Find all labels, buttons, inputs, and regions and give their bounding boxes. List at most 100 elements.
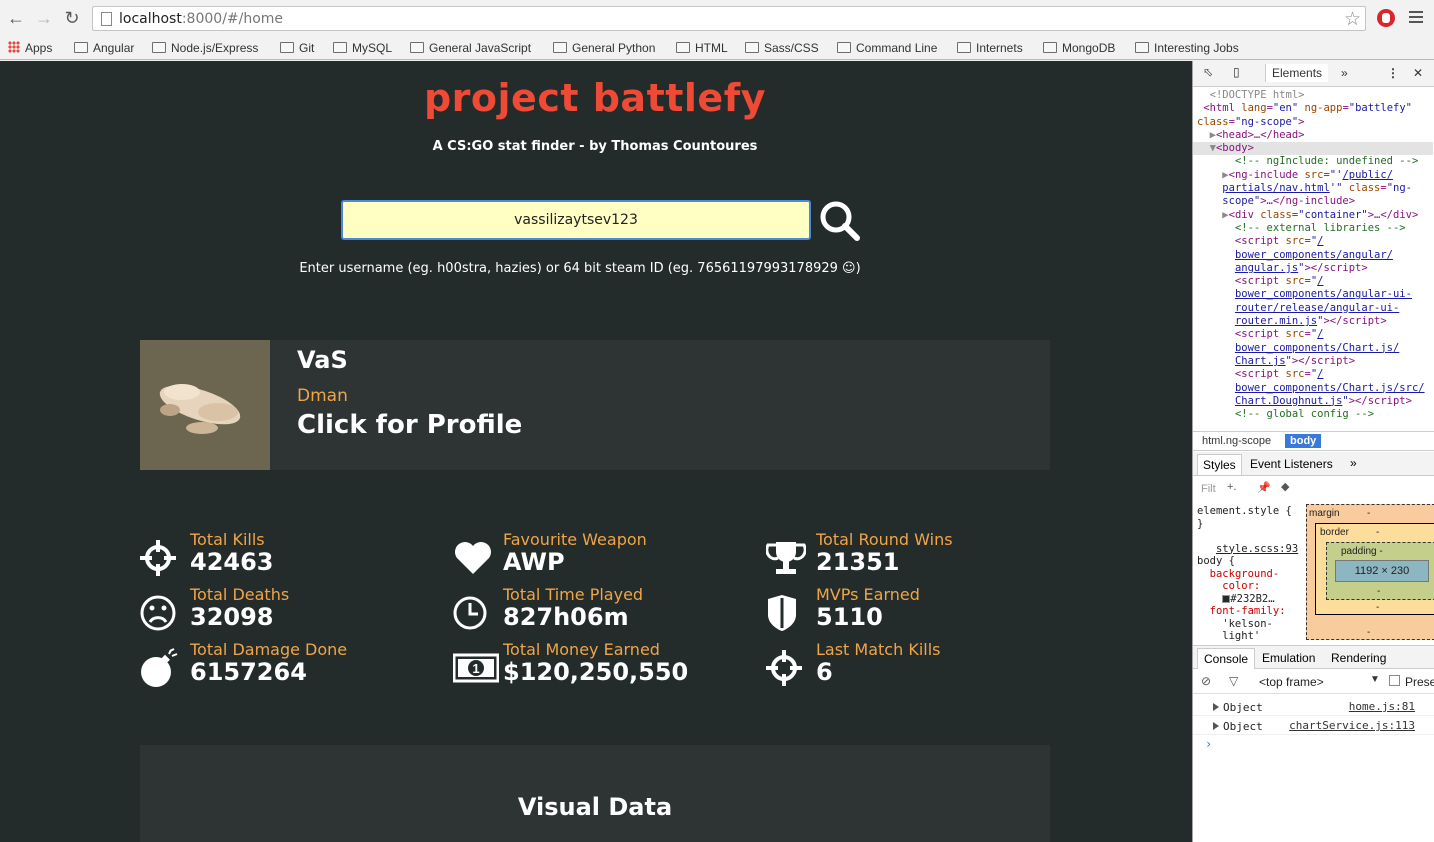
stat-value: 42463: [190, 548, 274, 576]
bookmark-folder[interactable]: Sass/CSS: [745, 39, 819, 57]
site-title: project battlefy: [423, 76, 767, 120]
bomb-icon: [141, 648, 178, 687]
folder-icon: [676, 42, 690, 53]
log-source-link[interactable]: chartService.js:113: [1289, 719, 1415, 732]
folder-icon: [74, 42, 88, 53]
bookmark-folder[interactable]: Internets: [957, 39, 1023, 57]
bookmark-apps[interactable]: Apps: [8, 39, 52, 57]
profile-name: VaS: [297, 346, 348, 374]
breadcrumb-html[interactable]: html.ng-scope: [1197, 434, 1276, 448]
bookmark-folder[interactable]: Interesting Jobs: [1135, 39, 1239, 57]
devtools-toolbar: ⬁ ▯ Elements » ⋮ ✕: [1193, 61, 1434, 87]
kebab-menu-icon[interactable]: ⋮: [1387, 66, 1399, 80]
more-tabs-icon[interactable]: »: [1350, 456, 1357, 470]
preserve-log-checkbox[interactable]: [1389, 675, 1400, 686]
console-prompt[interactable]: ›: [1205, 737, 1212, 751]
dom-tree[interactable]: <!DOCTYPE html> <html lang="en" ng-app="…: [1193, 89, 1433, 421]
stat-total-kills: Total Kills 42463: [140, 530, 440, 582]
tab-emulation[interactable]: Emulation: [1262, 651, 1315, 665]
folder-icon: [957, 42, 971, 53]
more-tabs-icon[interactable]: »: [1341, 66, 1348, 80]
stat-value: 827h06m: [503, 603, 629, 631]
stat-mvps-earned: MVPs Earned 5110: [766, 585, 1066, 637]
tab-console[interactable]: Console: [1197, 648, 1256, 669]
search-icon[interactable]: [818, 199, 862, 243]
search-hint: Enter username (eg. h00stra, hazies) or …: [299, 261, 861, 276]
folder-icon: [553, 42, 567, 53]
stat-label: Total Money Earned: [503, 640, 660, 659]
drawer-tabbar: Console Emulation Rendering: [1193, 645, 1434, 669]
styles-filter-input[interactable]: Filt: [1201, 483, 1216, 495]
url-text: localhost:8000/#/home: [119, 11, 284, 27]
bookmark-folder[interactable]: General Python: [553, 39, 655, 57]
breadcrumb-body[interactable]: body: [1285, 434, 1322, 448]
device-mode-icon[interactable]: ▯: [1233, 65, 1240, 79]
stat-value: 32098: [190, 603, 274, 631]
bookmark-folder[interactable]: MongoDB: [1043, 39, 1115, 57]
folder-icon: [745, 42, 759, 53]
stat-favourite-weapon: Favourite Weapon AWP: [453, 530, 753, 582]
stat-label: Last Match Kills: [816, 640, 941, 659]
menu-icon[interactable]: [1409, 11, 1423, 26]
address-bar[interactable]: localhost:8000/#/home ☆: [92, 6, 1366, 31]
visual-data-panel: Visual Data: [140, 745, 1050, 842]
visual-data-title: Visual Data: [517, 793, 673, 821]
stat-total-deaths: Total Deaths 32098: [140, 585, 440, 637]
console-log-row[interactable]: Object home.js:81: [1193, 698, 1434, 716]
log-source-link[interactable]: home.js:81: [1349, 700, 1415, 713]
bookmark-folder[interactable]: MySQL: [333, 39, 392, 57]
box-model-diagram: margin - border - padding - 1192 × 230 -…: [1306, 504, 1434, 640]
bookmark-star-icon[interactable]: ☆: [1344, 8, 1361, 31]
bookmark-folder[interactable]: Git: [280, 39, 314, 57]
close-icon[interactable]: ✕: [1413, 66, 1423, 80]
stat-total-damage-done: Total Damage Done 6157264: [140, 640, 440, 692]
pin-icon[interactable]: 📌: [1257, 481, 1271, 494]
page-icon: [101, 12, 112, 26]
clear-console-icon[interactable]: ⊘: [1201, 674, 1211, 688]
crosshair-icon: [140, 540, 176, 576]
stat-label: Favourite Weapon: [503, 530, 647, 549]
profile-link[interactable]: Click for Profile: [297, 410, 522, 440]
stat-total-money-earned: 1 Total Money Earned $120,250,550: [453, 640, 753, 692]
box-model-content: 1192 × 230: [1335, 560, 1429, 582]
clock-icon: [453, 596, 487, 630]
color-format-icon[interactable]: ◆: [1281, 480, 1289, 493]
profile-card[interactable]: VaS Dman Click for Profile: [140, 340, 1050, 470]
dom-breadcrumbs: html.ng-scope body: [1193, 431, 1434, 451]
bookmark-folder[interactable]: General JavaScript: [410, 39, 531, 57]
stat-value: 6157264: [190, 658, 307, 686]
sad-face-icon: [140, 595, 176, 631]
svg-text:1: 1: [472, 661, 479, 676]
back-arrow-icon[interactable]: ←: [6, 8, 26, 28]
tab-rendering[interactable]: Rendering: [1331, 651, 1386, 665]
money-icon: 1: [453, 653, 499, 683]
console-log-row[interactable]: Object chartService.js:113: [1193, 717, 1434, 735]
stat-label: MVPs Earned: [816, 585, 920, 604]
filter-icon[interactable]: ▽: [1229, 674, 1238, 688]
box-model-padding: padding - 1192 × 230 -: [1326, 542, 1434, 600]
box-model-border: border - padding - 1192 × 230 - -: [1315, 523, 1434, 615]
add-rule-icon[interactable]: +.: [1227, 481, 1236, 493]
username-search-input[interactable]: [341, 200, 811, 240]
bookmark-folder[interactable]: Command Line: [837, 39, 937, 57]
adblock-extension-icon[interactable]: [1377, 9, 1395, 27]
tab-elements[interactable]: Elements: [1265, 64, 1329, 82]
bookmark-folder[interactable]: Node.js/Express: [152, 39, 258, 57]
styles-tabbar: Styles Event Listeners »: [1193, 452, 1434, 476]
tab-event-listeners[interactable]: Event Listeners: [1250, 457, 1333, 471]
stat-label: Total Damage Done: [190, 640, 348, 659]
bookmarks-bar: Apps Angular Node.js/Express Git MySQL G…: [0, 36, 1434, 60]
folder-icon: [152, 42, 166, 53]
bookmark-folder[interactable]: HTML: [676, 39, 728, 57]
folder-icon: [1043, 42, 1057, 53]
inspect-element-icon[interactable]: ⬁: [1203, 65, 1213, 79]
site-subtitle: A CS:GO stat finder - by Thomas Countour…: [432, 139, 758, 154]
console-toolbar: ⊘ ▽ <top frame> ▼ Prese: [1193, 670, 1434, 694]
stat-value: 5110: [816, 603, 883, 631]
bookmark-folder[interactable]: Angular: [74, 39, 134, 57]
tab-styles[interactable]: Styles: [1197, 454, 1242, 475]
chevron-down-icon[interactable]: ▼: [1370, 674, 1380, 685]
forward-arrow-icon[interactable]: →: [34, 8, 54, 28]
reload-icon[interactable]: ↻: [62, 8, 82, 28]
frame-select[interactable]: <top frame>: [1259, 675, 1324, 689]
